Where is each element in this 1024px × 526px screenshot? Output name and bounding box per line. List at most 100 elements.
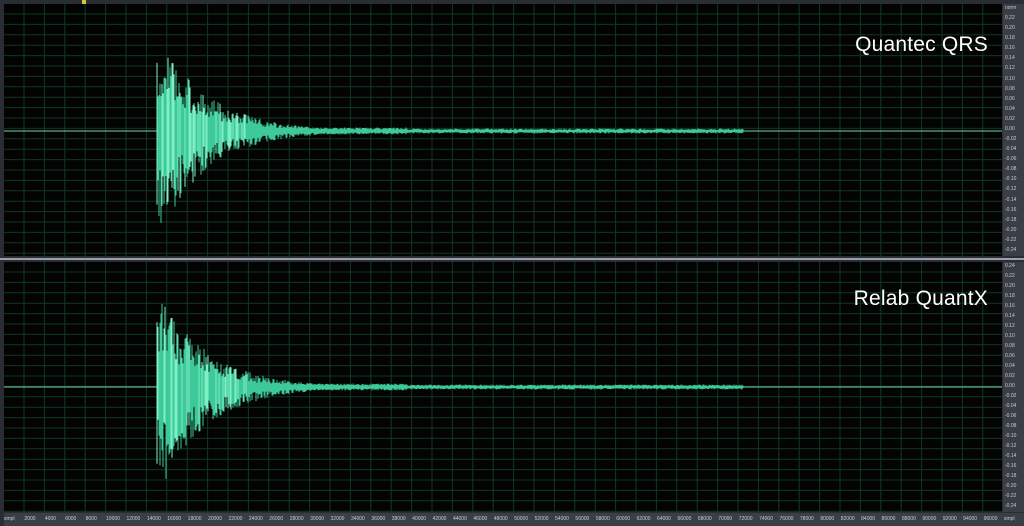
waveform-editor: Quantec QRS Relab QuantX norm 0.22 0.20 0.1… bbox=[0, 0, 1024, 526]
amplitude-tick-label: -0.16 bbox=[1005, 463, 1017, 469]
time-tick-label: 90000 bbox=[922, 516, 937, 522]
amplitude-tick-label: -0.18 bbox=[1005, 473, 1017, 479]
amplitude-tick-label: 0.02 bbox=[1005, 373, 1015, 379]
waveform-canvas-bottom bbox=[4, 262, 1002, 512]
amplitude-tick-label: -0.06 bbox=[1005, 156, 1017, 163]
amplitude-tick-label: -0.14 bbox=[1005, 453, 1017, 459]
time-ruler[interactable]: smpl 2000 4000 6000 8000 10000 12000 14000 16000… bbox=[4, 513, 1024, 526]
track-title: Quantec QRS bbox=[855, 33, 988, 56]
time-tick-label: 16000 bbox=[167, 516, 182, 522]
time-tick-label: 80000 bbox=[820, 516, 835, 522]
time-tick-label: 70000 bbox=[718, 516, 733, 522]
amplitude-tick-label: 0.06 bbox=[1005, 353, 1015, 359]
waveform-canvas-top bbox=[4, 4, 1002, 256]
amplitude-tick-label: 0.04 bbox=[1005, 105, 1015, 112]
time-tick-label: 86000 bbox=[881, 516, 896, 522]
amplitude-tick-label: -0.06 bbox=[1005, 413, 1017, 419]
time-tick-label: 54000 bbox=[555, 516, 569, 522]
time-tick-label: 8000 bbox=[85, 516, 97, 522]
time-tick-label: 94000 bbox=[963, 516, 978, 522]
waveform-path bbox=[156, 304, 744, 479]
amplitude-tick-label: 0.24 bbox=[1005, 263, 1015, 269]
time-tick-label: 14000 bbox=[146, 516, 161, 522]
time-tick-label: 76000 bbox=[779, 516, 794, 522]
amplitude-tick-label: 0.08 bbox=[1005, 343, 1015, 349]
time-tick-label: 40000 bbox=[412, 516, 427, 522]
amplitude-tick-label: -0.02 bbox=[1005, 393, 1017, 399]
amplitude-tick-label: 0.10 bbox=[1005, 333, 1015, 339]
time-tick-label: 56000 bbox=[575, 516, 590, 522]
amplitude-tick-label: 0.22 bbox=[1005, 15, 1015, 22]
time-tick-label: 82000 bbox=[840, 516, 855, 522]
time-tick-label: 10000 bbox=[106, 516, 120, 522]
amplitude-ruler-top[interactable]: norm 0.22 0.20 0.18 0.16 0.14 0.12 0.10 0.08 0.06… bbox=[1003, 4, 1024, 256]
amplitude-tick-label: -0.02 bbox=[1005, 136, 1017, 143]
amplitude-tick-label: 0.12 bbox=[1005, 323, 1015, 329]
time-tick-label: 72000 bbox=[738, 516, 753, 522]
time-tick-label: 60000 bbox=[616, 516, 631, 522]
time-tick-label: 24000 bbox=[248, 516, 263, 522]
amplitude-tick-label: 0.10 bbox=[1005, 75, 1015, 82]
amplitude-tick-label: -0.20 bbox=[1005, 226, 1017, 233]
time-tick-label: 88000 bbox=[901, 516, 916, 522]
time-tick-label: 2000 bbox=[24, 516, 36, 522]
amplitude-tick-label: -0.18 bbox=[1005, 216, 1017, 223]
time-tick-label: 46000 bbox=[473, 516, 488, 522]
amplitude-tick-label: 0.16 bbox=[1005, 45, 1015, 52]
time-tick-label: 36000 bbox=[371, 516, 386, 522]
time-tick-label: 26000 bbox=[269, 516, 284, 522]
time-tick-label: 48000 bbox=[493, 516, 508, 522]
amplitude-tick-label: 0.06 bbox=[1005, 95, 1015, 102]
amplitude-tick-label: 0.12 bbox=[1005, 65, 1015, 72]
amplitude-tick-label: -0.16 bbox=[1005, 206, 1017, 213]
time-tick-label: 62000 bbox=[636, 516, 651, 522]
track-divider[interactable] bbox=[0, 258, 1024, 260]
amplitude-tick-label: -0.08 bbox=[1005, 423, 1017, 429]
time-tick-label: 4000 bbox=[44, 516, 56, 522]
amplitude-tick-label: -0.22 bbox=[1005, 493, 1017, 499]
time-tick-label: 20000 bbox=[208, 516, 222, 522]
amplitude-tick-label: 0.00 bbox=[1005, 125, 1015, 132]
amplitude-tick-label: 0.20 bbox=[1005, 283, 1015, 289]
time-tick-label: 42000 bbox=[432, 516, 447, 522]
time-tick-label: 52000 bbox=[534, 516, 549, 522]
amplitude-ruler-bottom[interactable]: 0.24 0.22 0.20 0.18 0.16 0.14 0.12 0.10 0.08 0.06… bbox=[1003, 262, 1024, 512]
time-tick-label: 68000 bbox=[697, 516, 712, 522]
time-tick-label: 78000 bbox=[799, 516, 814, 522]
amplitude-tick-label: -0.24 bbox=[1005, 246, 1017, 253]
time-tick-label: 28000 bbox=[289, 516, 304, 522]
amplitude-tick-label: -0.14 bbox=[1005, 196, 1017, 203]
amplitude-tick-label: -0.20 bbox=[1005, 483, 1017, 489]
time-tick-label: smpl bbox=[1004, 516, 1015, 522]
amplitude-tick-label: 0.04 bbox=[1005, 363, 1015, 369]
amplitude-tick-label: -0.22 bbox=[1005, 236, 1017, 243]
time-tick-label: 18000 bbox=[187, 516, 202, 522]
amplitude-tick-label: norm bbox=[1005, 5, 1017, 11]
amplitude-tick-label: 0.18 bbox=[1005, 293, 1015, 299]
time-tick-label: 34000 bbox=[350, 516, 365, 522]
time-tick-label: 30000 bbox=[310, 516, 325, 522]
amplitude-tick-label: 0.08 bbox=[1005, 85, 1015, 92]
time-tick-label: smpl bbox=[4, 516, 15, 522]
amplitude-tick-label: 0.14 bbox=[1005, 55, 1015, 62]
amplitude-tick-label: -0.04 bbox=[1005, 403, 1017, 409]
waveform-track-top[interactable]: Quantec QRS bbox=[4, 4, 1002, 256]
time-tick-label: 32000 bbox=[330, 516, 345, 522]
waveform-track-bottom[interactable]: Relab QuantX bbox=[4, 262, 1002, 512]
track-title: Relab QuantX bbox=[853, 287, 988, 310]
time-tick-label: 22000 bbox=[228, 516, 243, 522]
amplitude-tick-label: -0.10 bbox=[1005, 176, 1017, 183]
time-tick-label: 12000 bbox=[126, 516, 141, 522]
amplitude-tick-label: 0.02 bbox=[1005, 115, 1015, 122]
time-tick-label: 92000 bbox=[942, 516, 957, 522]
waveform-path bbox=[156, 57, 744, 223]
time-tick-label: 6000 bbox=[65, 516, 77, 522]
time-tick-label: 50000 bbox=[514, 516, 529, 522]
amplitude-tick-label: -0.12 bbox=[1005, 186, 1017, 193]
time-tick-label: 44000 bbox=[452, 516, 467, 522]
amplitude-tick-label: 0.16 bbox=[1005, 303, 1015, 309]
amplitude-tick-label: 0.18 bbox=[1005, 35, 1015, 42]
time-tick-label: 96000 bbox=[983, 516, 998, 522]
time-tick-label: 66000 bbox=[677, 516, 692, 522]
amplitude-tick-label: 0.14 bbox=[1005, 313, 1015, 319]
